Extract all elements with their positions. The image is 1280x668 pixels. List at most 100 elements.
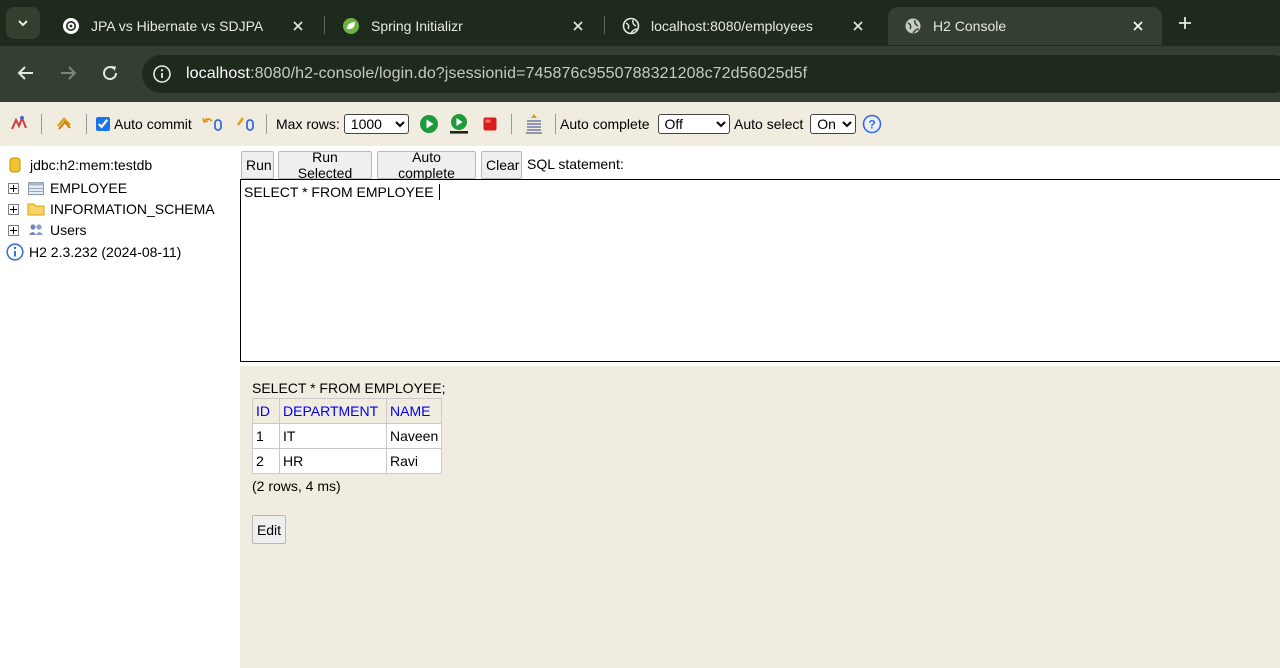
- max-rows-label: Max rows:: [276, 116, 340, 132]
- result-statement: SELECT * FROM EMPLOYEE;: [252, 380, 446, 396]
- help-button[interactable]: ?: [862, 102, 882, 146]
- forward-button[interactable]: [56, 61, 80, 85]
- globe-icon: [904, 17, 922, 35]
- address-bar[interactable]: localhost:8080/h2-console/login.do?jsess…: [142, 55, 1280, 93]
- close-icon[interactable]: [568, 16, 588, 36]
- tree-item-label: INFORMATION_SCHEMA: [50, 201, 215, 217]
- toolbar-separator: [266, 114, 267, 134]
- auto-complete-label: Auto complete: [560, 116, 650, 132]
- reload-icon: [103, 66, 118, 81]
- tab-employees[interactable]: localhost:8080/employees: [606, 7, 882, 45]
- help-icon: ?: [862, 114, 882, 134]
- table-row: 2 HR Ravi: [252, 448, 443, 474]
- tab-jpa-vs-hibernate[interactable]: JPA vs Hibernate vs SDJPA: [46, 7, 322, 45]
- close-icon[interactable]: [1128, 16, 1148, 36]
- refresh-button[interactable]: [54, 102, 74, 146]
- auto-select-label: Auto select: [734, 116, 804, 132]
- result-summary: (2 rows, 4 ms): [252, 478, 341, 494]
- h2-toolbar: Auto commit Max rows: 1000 Auto complete…: [0, 102, 1280, 146]
- table-cell: 1: [252, 423, 280, 449]
- disconnect-button[interactable]: [9, 102, 29, 146]
- toolbar-separator: [555, 114, 556, 134]
- run-selected-button[interactable]: Run Selected: [278, 149, 372, 181]
- new-tab-button[interactable]: [1174, 12, 1196, 34]
- toolbar-separator: [511, 114, 512, 134]
- query-panel: Run Run Selected Auto complete Clear SQL…: [240, 146, 1280, 366]
- tree-item-label: EMPLOYEE: [50, 180, 128, 196]
- auto-select-select[interactable]: On: [810, 114, 857, 134]
- info-icon: [6, 243, 24, 261]
- auto-complete-control: Auto complete Off: [560, 102, 730, 146]
- chevron-down-icon: [18, 20, 28, 27]
- commit-icon: [237, 117, 254, 131]
- arrow-left-icon: [17, 66, 33, 80]
- tree-item-employee[interactable]: EMPLOYEE: [8, 177, 127, 199]
- svg-text:?: ?: [868, 118, 875, 132]
- clear-button[interactable]: Clear: [481, 151, 522, 179]
- column-header[interactable]: NAME: [385, 398, 443, 424]
- tab-title: Spring Initializr: [371, 18, 463, 34]
- site-info-icon[interactable]: [152, 64, 172, 84]
- history-button[interactable]: [524, 102, 544, 146]
- spring-leaf-icon: [342, 17, 360, 35]
- table-cell: 2: [252, 448, 280, 474]
- tree-item-label: Users: [50, 222, 87, 238]
- auto-complete-select[interactable]: Off: [657, 114, 730, 134]
- expand-icon[interactable]: [8, 224, 19, 236]
- tree-item-information-schema[interactable]: INFORMATION_SCHEMA: [8, 198, 215, 220]
- result-table: ID DEPARTMENT NAME 1 IT Naveen 2 HR Ravi: [252, 398, 443, 474]
- plus-icon: [1179, 17, 1191, 29]
- stop-button[interactable]: [482, 102, 498, 146]
- tree-item-users[interactable]: Users: [8, 219, 87, 241]
- tab-h2-console[interactable]: H2 Console: [888, 7, 1162, 45]
- run-button[interactable]: Run: [241, 151, 274, 179]
- expand-icon[interactable]: [8, 203, 19, 215]
- tree-connection[interactable]: jdbc:h2:mem:testdb: [8, 154, 152, 176]
- column-header[interactable]: ID: [252, 398, 280, 424]
- reload-button[interactable]: [98, 61, 122, 85]
- tab-separator: [324, 16, 325, 34]
- users-icon: [27, 222, 45, 238]
- rollback-icon: [202, 117, 222, 131]
- play-selected-icon: [450, 114, 468, 134]
- commit-button[interactable]: [236, 102, 258, 146]
- url-text: localhost:8080/h2-console/login.do?jsess…: [186, 65, 807, 83]
- table-row: 1 IT Naveen: [252, 423, 443, 449]
- result-panel: SELECT * FROM EMPLOYEE; ID DEPARTMENT NA…: [240, 366, 1280, 668]
- column-header[interactable]: DEPARTMENT: [279, 398, 387, 424]
- url-path: :8080/h2-console/login.do?jsessionid=745…: [250, 65, 808, 82]
- tab-title: H2 Console: [933, 18, 1007, 34]
- tab-spring-initializr[interactable]: Spring Initializr: [326, 7, 602, 45]
- table-cell: Naveen: [385, 423, 443, 449]
- connection-url: jdbc:h2:mem:testdb: [30, 157, 153, 173]
- back-button[interactable]: [14, 61, 38, 85]
- disconnect-icon: [11, 115, 27, 130]
- tab-search-button[interactable]: [6, 7, 40, 39]
- browser-tab-strip: JPA vs Hibernate vs SDJPA Spring Initial…: [0, 0, 1280, 46]
- text-caret: [439, 184, 441, 200]
- max-rows-select[interactable]: 1000: [343, 114, 409, 134]
- run-button-icon[interactable]: [419, 102, 439, 146]
- tab-separator: [604, 16, 605, 34]
- edit-button[interactable]: Edit: [252, 515, 286, 544]
- table-icon: [27, 180, 45, 196]
- tree-version: H2 2.3.232 (2024-08-11): [6, 241, 181, 263]
- tab-title: localhost:8080/employees: [651, 18, 813, 34]
- max-rows-control: Max rows: 1000: [276, 102, 409, 146]
- sql-editor[interactable]: SELECT * FROM EMPLOYEE: [240, 179, 1280, 362]
- close-icon[interactable]: [848, 16, 868, 36]
- globe-icon: [622, 17, 640, 35]
- auto-commit-checkbox[interactable]: [96, 117, 110, 131]
- expand-icon[interactable]: [8, 182, 19, 194]
- close-icon[interactable]: [288, 16, 308, 36]
- auto-commit-toggle[interactable]: Auto commit: [96, 102, 192, 146]
- auto-complete-button[interactable]: Auto complete: [377, 149, 476, 181]
- arrow-right-icon: [61, 66, 77, 80]
- sql-text: SELECT * FROM EMPLOYEE: [244, 184, 438, 200]
- history-icon: [526, 114, 542, 134]
- url-host: localhost: [186, 65, 251, 82]
- run-selected-button-icon[interactable]: [447, 102, 471, 146]
- rollback-button[interactable]: [202, 102, 224, 146]
- sql-statement-label: SQL statement:: [527, 156, 624, 172]
- browser-toolbar: localhost:8080/h2-console/login.do?jsess…: [0, 46, 1280, 102]
